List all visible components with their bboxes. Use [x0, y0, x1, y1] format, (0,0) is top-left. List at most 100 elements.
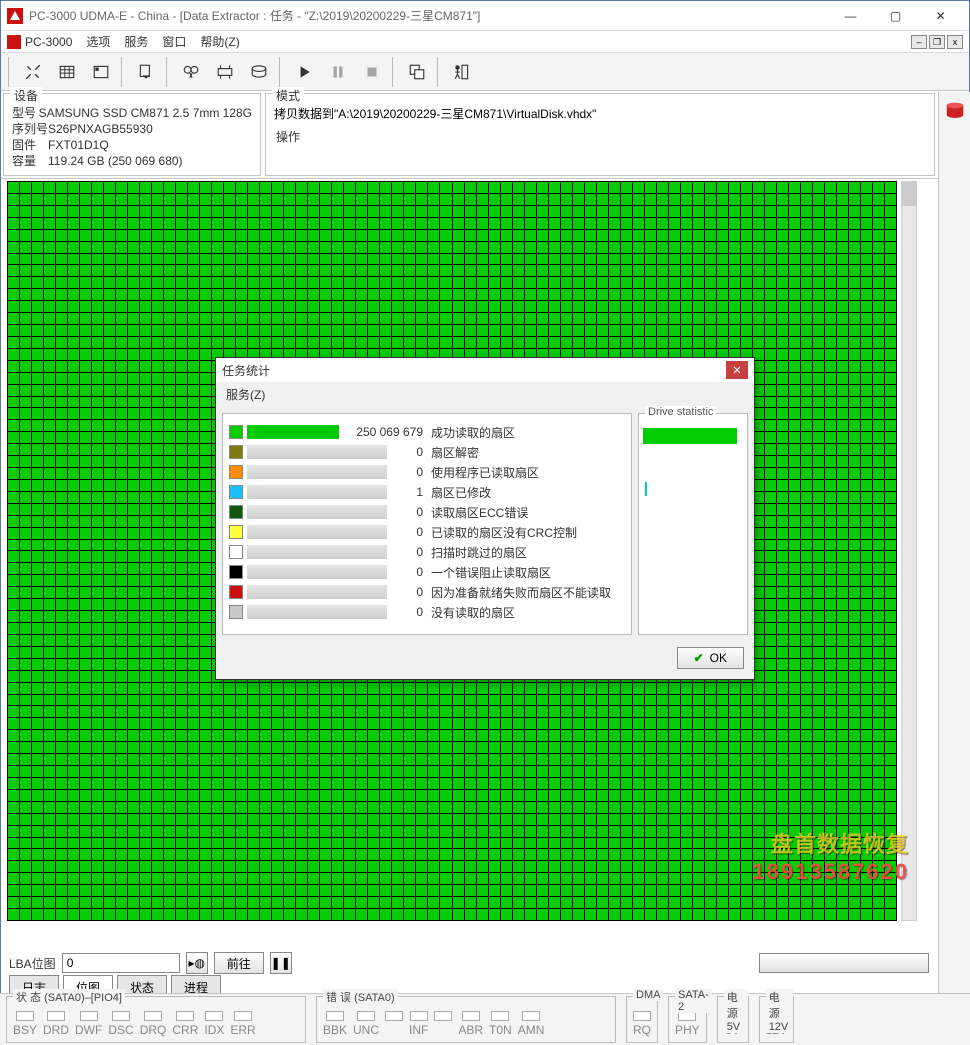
menu-service[interactable]: 服务: [124, 33, 148, 50]
dialog-title: 任务统计: [222, 362, 726, 379]
stat-swatch: [229, 445, 243, 459]
stat-label: 扫描时跳过的扇区: [431, 544, 527, 561]
mdi-controls: – ❐ x: [911, 35, 963, 49]
menu-options[interactable]: 选项: [86, 33, 110, 50]
dialog-close-button[interactable]: ✕: [726, 361, 748, 379]
status-led: DSC: [108, 1011, 133, 1037]
progress-track: [759, 953, 929, 973]
minimize-button[interactable]: —: [828, 2, 873, 30]
stat-label: 扇区解密: [431, 444, 479, 461]
window-title: PC-3000 UDMA-E - China - [Data Extractor…: [29, 7, 828, 24]
status-led: INF: [409, 1011, 428, 1037]
stat-row: 0扫描时跳过的扇区: [229, 542, 625, 562]
stat-count: 0: [393, 465, 423, 479]
menu-window[interactable]: 窗口: [162, 33, 186, 50]
stat-swatch: [229, 545, 243, 559]
status-led: AMN: [518, 1011, 545, 1037]
tool-disk-icon[interactable]: [244, 57, 274, 87]
stat-row: 0读取扇区ECC错误: [229, 502, 625, 522]
stat-bar: [247, 605, 387, 619]
status-led: DRQ: [140, 1011, 167, 1037]
stat-bar: [247, 565, 387, 579]
stat-row: 0因为准备就绪失败而扇区不能读取: [229, 582, 625, 602]
device-model: SAMSUNG SSD CM871 2.5 7mm 128G: [39, 105, 252, 121]
menu-bar: PC-3000 选项 服务 窗口 帮助(Z) – ❐ x: [1, 31, 969, 53]
stat-row: 250 069 679 成功读取的扇区: [229, 422, 625, 442]
status-led: BBK: [323, 1011, 347, 1037]
lba-label: LBA位图: [9, 955, 56, 972]
maximize-button[interactable]: ▢: [873, 2, 918, 30]
stat-bar: [247, 485, 387, 499]
mdi-restore[interactable]: ❐: [929, 35, 945, 49]
status-led: UNC: [353, 1011, 379, 1037]
lba-input[interactable]: [62, 953, 180, 973]
status-bar: 状 态 (SATA0)–[PIO4] BSYDRDDWFDSCDRQCRRIDX…: [0, 993, 970, 1045]
dialog-ok-button[interactable]: ✔OK: [677, 647, 744, 669]
drive-statistic-panel: Drive statistic: [638, 413, 748, 635]
tool-map2-icon[interactable]: [86, 57, 116, 87]
side-toolbar: [938, 92, 970, 1012]
mdi-minimize[interactable]: –: [911, 35, 927, 49]
close-button[interactable]: ✕: [918, 2, 963, 30]
status-led: CRR: [172, 1011, 198, 1037]
stat-label: 成功读取的扇区: [431, 424, 515, 441]
device-group: 设备 型号SAMSUNG SSD CM871 2.5 7mm 128G 序列号S…: [3, 93, 261, 176]
side-disk-icon[interactable]: [942, 98, 968, 124]
lba-target-button[interactable]: ▸◍: [186, 952, 208, 974]
status-group-state: 状 态 (SATA0)–[PIO4] BSYDRDDWFDSCDRQCRRIDX…: [6, 996, 306, 1043]
stat-swatch: [229, 485, 243, 499]
stats-list: 250 069 679成功读取的扇区0扇区解密0使用程序已读取扇区1扇区已修改0…: [222, 413, 632, 635]
dialog-menu-service[interactable]: 服务(Z): [216, 382, 754, 407]
status-group-12v: 电源 12V 12V: [759, 996, 794, 1043]
device-capacity: 119.24 GB (250 069 680): [48, 153, 183, 169]
lba-toolbar: LBA位图 ▸◍ 前往 ❚❚: [1, 949, 937, 977]
tool-scan-icon[interactable]: [210, 57, 240, 87]
tool-map-icon[interactable]: [52, 57, 82, 87]
tool-exit-icon[interactable]: [447, 57, 477, 87]
tool-search-icon[interactable]: [176, 57, 206, 87]
stat-count: 0: [393, 525, 423, 539]
toolbar-app-icon: [7, 35, 21, 49]
lba-go-button[interactable]: 前往: [214, 952, 264, 974]
status-led: DRD: [43, 1011, 69, 1037]
stop-button[interactable]: [357, 57, 387, 87]
stat-row: 0使用程序已读取扇区: [229, 462, 625, 482]
main-pane: 盘首数据恢复 18913587620 任务统计 ✕ 服务(Z) 250 069 …: [1, 179, 937, 949]
menu-help[interactable]: 帮助(Z): [200, 33, 239, 50]
mdi-close[interactable]: x: [947, 35, 963, 49]
tool-copy-icon[interactable]: [402, 57, 432, 87]
play-button[interactable]: [289, 57, 319, 87]
sector-map-scrollbar[interactable]: [901, 181, 917, 921]
stat-bar: [247, 545, 387, 559]
status-led: BSY: [13, 1011, 37, 1037]
mode-group-header: 模式: [272, 87, 304, 104]
status-group-5v: 电源 5V 5V: [717, 996, 749, 1043]
stat-count: 0: [393, 565, 423, 579]
status-led: DWF: [75, 1011, 102, 1037]
status-group-sata2: SATA-2 PHY: [668, 996, 707, 1043]
stat-label: 已读取的扇区没有CRC控制: [431, 524, 577, 541]
stat-count: 0: [393, 605, 423, 619]
device-serial: S26PNXAGB55930: [48, 121, 153, 137]
stat-count: 250 069 679: [345, 425, 423, 439]
status-led: IDX: [204, 1011, 224, 1037]
stat-swatch: [229, 465, 243, 479]
stat-label: 没有读取的扇区: [431, 604, 515, 621]
status-group-dma: DMA RQ: [626, 996, 658, 1043]
stat-count: 0: [393, 445, 423, 459]
pause-button[interactable]: [323, 57, 353, 87]
lba-pause-button[interactable]: ❚❚: [270, 952, 292, 974]
status-led: [385, 1011, 403, 1037]
tool-settings-icon[interactable]: [18, 57, 48, 87]
stat-row: 1 扇区已修改: [229, 482, 625, 502]
stat-swatch: [229, 525, 243, 539]
stat-bar: [247, 585, 387, 599]
stat-count: 1: [393, 485, 423, 499]
stat-label: 扇区已修改: [431, 484, 491, 501]
stat-bar: [247, 505, 387, 519]
device-group-header: 设备: [10, 87, 42, 104]
tool-export-icon[interactable]: [131, 57, 161, 87]
toolbar-app-name: PC-3000: [25, 35, 72, 49]
status-led: PHY: [675, 1011, 700, 1037]
device-firmware: FXT01D1Q: [48, 137, 109, 153]
